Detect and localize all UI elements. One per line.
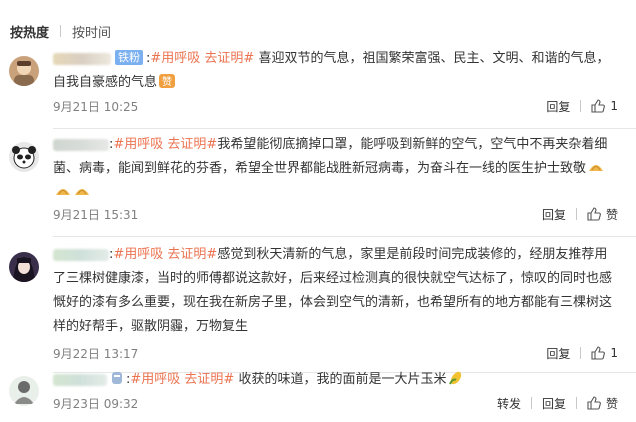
thumbs-up-icon[interactable]: [591, 346, 606, 360]
comment-body: 收获的味道，我的面前是一大片玉米: [234, 372, 447, 387]
avatar[interactable]: [9, 56, 39, 86]
action-divider: [580, 347, 582, 359]
comment-divider: [53, 236, 636, 237]
like-button[interactable]: 赞: [606, 206, 618, 223]
username[interactable]: [53, 138, 109, 151]
topic-tag[interactable]: #用呼吸 去证明#: [130, 372, 234, 387]
thumbs-up-icon[interactable]: [587, 207, 601, 221]
topic-tag[interactable]: #用呼吸 去证明#: [113, 137, 217, 152]
avatar[interactable]: [9, 376, 39, 406]
clapping-emoji-icon: [587, 159, 605, 175]
action-divider: [580, 100, 582, 112]
like-count[interactable]: 1: [610, 346, 618, 360]
reply-button[interactable]: 回复: [542, 395, 566, 412]
action-divider: [530, 397, 532, 409]
comment-meta: 9月21日 15:31 回复 赞: [53, 204, 618, 224]
thumbs-up-icon[interactable]: [591, 99, 606, 113]
reply-button[interactable]: 回复: [542, 206, 566, 223]
corn-emoji-icon: [447, 370, 465, 386]
comment-time: 9月21日 15:31: [53, 207, 139, 222]
thumbs-up-icon[interactable]: [587, 396, 601, 410]
comment-meta: 9月21日 10:25 回复 1: [53, 96, 618, 116]
username[interactable]: [53, 52, 111, 65]
reply-button[interactable]: 回复: [546, 98, 570, 115]
svg-text:赞: 赞: [162, 75, 172, 88]
like-button[interactable]: 赞: [606, 395, 618, 412]
comment-text: 铁粉:#用呼吸 去证明# 喜迎双节的气息，祖国繁荣富强、民主、文明、和谐的气息，…: [53, 50, 610, 90]
reply-button[interactable]: 回复: [546, 345, 570, 362]
username[interactable]: [53, 373, 107, 386]
topic-tag[interactable]: #用呼吸 去证明#: [113, 247, 217, 262]
comment-meta: 9月22日 13:17 回复 1: [53, 343, 618, 363]
comment-text: :#用呼吸 去证明#感觉到秋天清新的气息，家里是前段时间完成装修的，经朋友推荐用…: [53, 247, 613, 334]
member-badge-icon: [108, 370, 126, 386]
comment-time: 9月21日 10:25: [53, 99, 139, 114]
sort-bar: 按热度 按时间: [10, 20, 111, 42]
sort-by-time-tab[interactable]: 按时间: [72, 22, 111, 41]
comment-meta: 9月23日 09:32 转发 回复 赞: [53, 393, 618, 413]
action-divider: [575, 397, 577, 409]
comment-divider: [53, 128, 636, 129]
like-count[interactable]: 1: [610, 99, 618, 113]
fans-badge: 铁粉: [115, 50, 143, 65]
comment-time: 9月23日 09:32: [53, 396, 139, 411]
avatar[interactable]: [9, 142, 39, 172]
comment-time: 9月22日 13:17: [53, 346, 139, 361]
topic-tag[interactable]: #用呼吸 去证明#: [150, 51, 254, 66]
action-divider: [575, 208, 577, 220]
clapping-emoji-icon: [54, 183, 72, 199]
clapping-emoji-icon: [73, 183, 91, 199]
avatar[interactable]: [9, 252, 39, 282]
like-emoji-icon: 赞: [158, 73, 176, 89]
comment-text: :#用呼吸 去证明#我希望能彻底摘掉口罩，能呼吸到新鲜的空气，空气中不再夹杂着细…: [53, 133, 618, 205]
sort-divider: [60, 25, 62, 37]
username[interactable]: [53, 248, 109, 261]
sort-by-hot-tab[interactable]: 按热度: [10, 22, 49, 41]
forward-button[interactable]: 转发: [497, 395, 521, 412]
comment-text: :#用呼吸 去证明# 收获的味道，我的面前是一大片玉米: [53, 368, 618, 392]
